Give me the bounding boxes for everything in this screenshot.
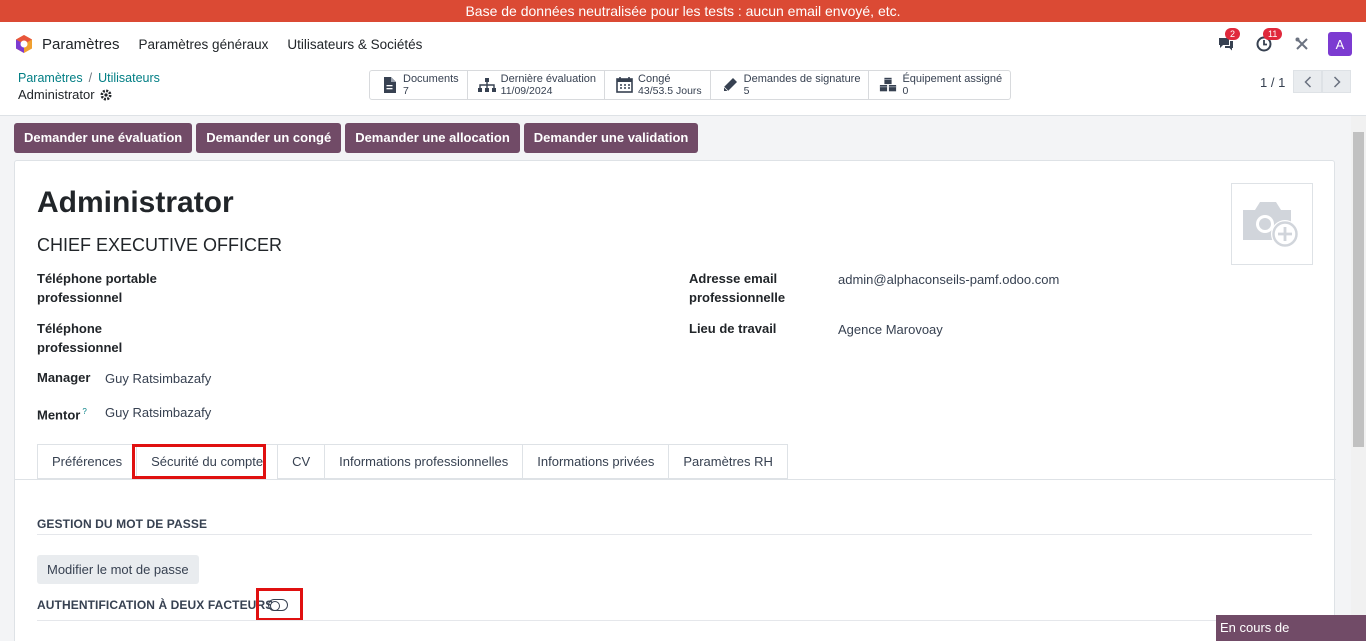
work-phone-label: Téléphone professionnel bbox=[37, 319, 122, 357]
sign-requests-label: Demandes de signature bbox=[743, 72, 861, 85]
request-allocation-button[interactable]: Demander une allocation bbox=[345, 123, 520, 153]
request-appraisal-button[interactable]: Demander une évaluation bbox=[14, 123, 193, 153]
work-mobile-label-line2: professionnel bbox=[37, 290, 123, 305]
work-mobile-label-line1: Téléphone portable bbox=[37, 271, 157, 286]
mentor-field[interactable]: Guy Ratsimbazafy bbox=[105, 403, 211, 422]
employee-form-sheet: Administrator CHIEF EXECUTIVE OFFICER Té… bbox=[14, 160, 1336, 641]
work-location-field[interactable]: Agence Marovoay bbox=[838, 320, 943, 339]
password-section-title: GESTION DU MOT DE PASSE bbox=[37, 517, 208, 531]
work-mobile-label: Téléphone portable professionnel bbox=[37, 269, 157, 307]
documents-count: 7 bbox=[403, 84, 409, 97]
breadcrumb-settings[interactable]: Paramètres bbox=[18, 71, 83, 85]
manager-field[interactable]: Guy Ratsimbazafy bbox=[105, 369, 211, 388]
time-off-balance: 43/53.5 Jours bbox=[638, 84, 702, 97]
smart-button-time-off[interactable]: Congé 43/53.5 Jours bbox=[605, 71, 711, 99]
work-phone-label-line1: Téléphone bbox=[37, 321, 103, 336]
chevron-right-icon bbox=[1333, 75, 1341, 88]
cubes-icon bbox=[879, 76, 897, 94]
breadcrumb-separator: / bbox=[88, 71, 93, 85]
manager-label: Manager bbox=[37, 370, 91, 385]
tab-resume[interactable]: CV bbox=[277, 444, 325, 479]
top-navbar: Paramètres Paramètres généraux Utilisate… bbox=[0, 22, 1366, 66]
two-factor-title: AUTHENTIFICATION À DEUX FACTEURS bbox=[37, 598, 274, 612]
activities-clock-icon[interactable]: 11 bbox=[1252, 28, 1283, 56]
mentor-label: Mentor? bbox=[37, 402, 87, 424]
equipment-count: 0 bbox=[902, 84, 909, 97]
breadcrumb-users[interactable]: Utilisateurs bbox=[98, 71, 160, 85]
sign-requests-count: 5 bbox=[743, 84, 750, 97]
app-name[interactable]: Paramètres bbox=[42, 36, 120, 53]
loading-indicator: En cours de chargement... bbox=[1216, 615, 1366, 641]
work-phone-label-line2: professionnel bbox=[37, 340, 123, 355]
current-record-name: Administrator bbox=[18, 87, 95, 102]
smart-buttons: Documents 7 Dernière évaluation 11/09/2024… bbox=[369, 70, 1012, 100]
employee-photo[interactable] bbox=[1231, 183, 1313, 265]
last-evaluation-label: Dernière évaluation bbox=[500, 72, 597, 85]
employee-job-title[interactable]: CHIEF EXECUTIVE OFFICER bbox=[37, 235, 282, 256]
messages-badge: 2 bbox=[1225, 28, 1241, 40]
user-avatar[interactable]: A bbox=[1328, 32, 1352, 56]
chevron-left-icon bbox=[1303, 75, 1311, 88]
scrollbar-thumb[interactable] bbox=[1353, 132, 1364, 447]
camera-add-icon bbox=[1243, 202, 1299, 248]
mentor-label-text: Mentor bbox=[37, 407, 81, 423]
control-panel: Paramètres / Utilisateurs Administrator Do… bbox=[0, 66, 1366, 116]
breadcrumb: Paramètres / Utilisateurs bbox=[18, 71, 160, 85]
tab-hr-settings[interactable]: Paramètres RH bbox=[668, 444, 788, 479]
tab-work-information[interactable]: Informations professionnelles bbox=[324, 444, 523, 479]
equipment-label: Équipement assigné bbox=[902, 72, 1003, 85]
menu-general-settings[interactable]: Paramètres généraux bbox=[139, 37, 269, 52]
pager-previous-button[interactable] bbox=[1293, 70, 1322, 93]
debug-tools-icon[interactable] bbox=[1290, 32, 1314, 56]
time-off-label: Congé bbox=[638, 72, 671, 85]
work-email-field[interactable]: admin@alphaconseils-pamf.odoo.com bbox=[838, 270, 1059, 289]
breadcrumb-current: Administrator bbox=[18, 87, 112, 102]
tabs-divider bbox=[15, 479, 1336, 480]
work-email-label-line1: Adresse email bbox=[689, 271, 778, 286]
gear-icon[interactable] bbox=[100, 89, 112, 101]
tab-private-information[interactable]: Informations privées bbox=[522, 444, 669, 479]
change-password-button[interactable]: Modifier le mot de passe bbox=[37, 555, 199, 584]
request-time-off-button[interactable]: Demander un congé bbox=[196, 123, 342, 153]
activities-badge: 11 bbox=[1263, 28, 1283, 40]
sitemap-icon bbox=[477, 76, 496, 94]
pencil-icon bbox=[721, 76, 739, 94]
messaging-icon[interactable]: 2 bbox=[1214, 28, 1241, 56]
two-factor-divider bbox=[37, 620, 1312, 621]
smart-button-equipment[interactable]: Équipement assigné 0 bbox=[869, 71, 1010, 99]
tab-preferences[interactable]: Préférences bbox=[37, 444, 137, 479]
pager-next-button[interactable] bbox=[1322, 70, 1351, 93]
pager-value[interactable]: 1 / 1 bbox=[1260, 75, 1285, 90]
smart-button-last-evaluation[interactable]: Dernière évaluation 11/09/2024 bbox=[468, 71, 606, 99]
work-location-label: Lieu de travail bbox=[689, 321, 777, 336]
work-email-label: Adresse email professionnelle bbox=[689, 269, 785, 307]
work-email-label-line2: professionnelle bbox=[689, 290, 786, 305]
employee-name[interactable]: Administrator bbox=[37, 186, 234, 220]
smart-button-documents[interactable]: Documents 7 bbox=[370, 71, 468, 99]
file-icon bbox=[380, 76, 398, 94]
request-validation-button[interactable]: Demander une validation bbox=[523, 123, 699, 153]
action-buttons: Demander une évaluation Demander un cong… bbox=[14, 123, 702, 153]
test-database-banner: Base de données neutralisée pour les tes… bbox=[0, 0, 1366, 22]
smart-button-sign-requests[interactable]: Demandes de signature 5 bbox=[711, 71, 870, 99]
last-evaluation-date: 11/09/2024 bbox=[500, 84, 553, 97]
documents-label: Documents bbox=[403, 72, 459, 85]
password-section-divider bbox=[37, 534, 1312, 535]
odoo-app-icon[interactable] bbox=[14, 34, 34, 54]
calendar-icon bbox=[615, 76, 633, 94]
mentor-help-tooltip[interactable]: ? bbox=[82, 407, 86, 416]
highlight-box-security-tab bbox=[132, 444, 266, 479]
menu-users-companies[interactable]: Utilisateurs & Sociétés bbox=[287, 37, 422, 52]
highlight-box-two-factor-toggle bbox=[256, 588, 303, 621]
